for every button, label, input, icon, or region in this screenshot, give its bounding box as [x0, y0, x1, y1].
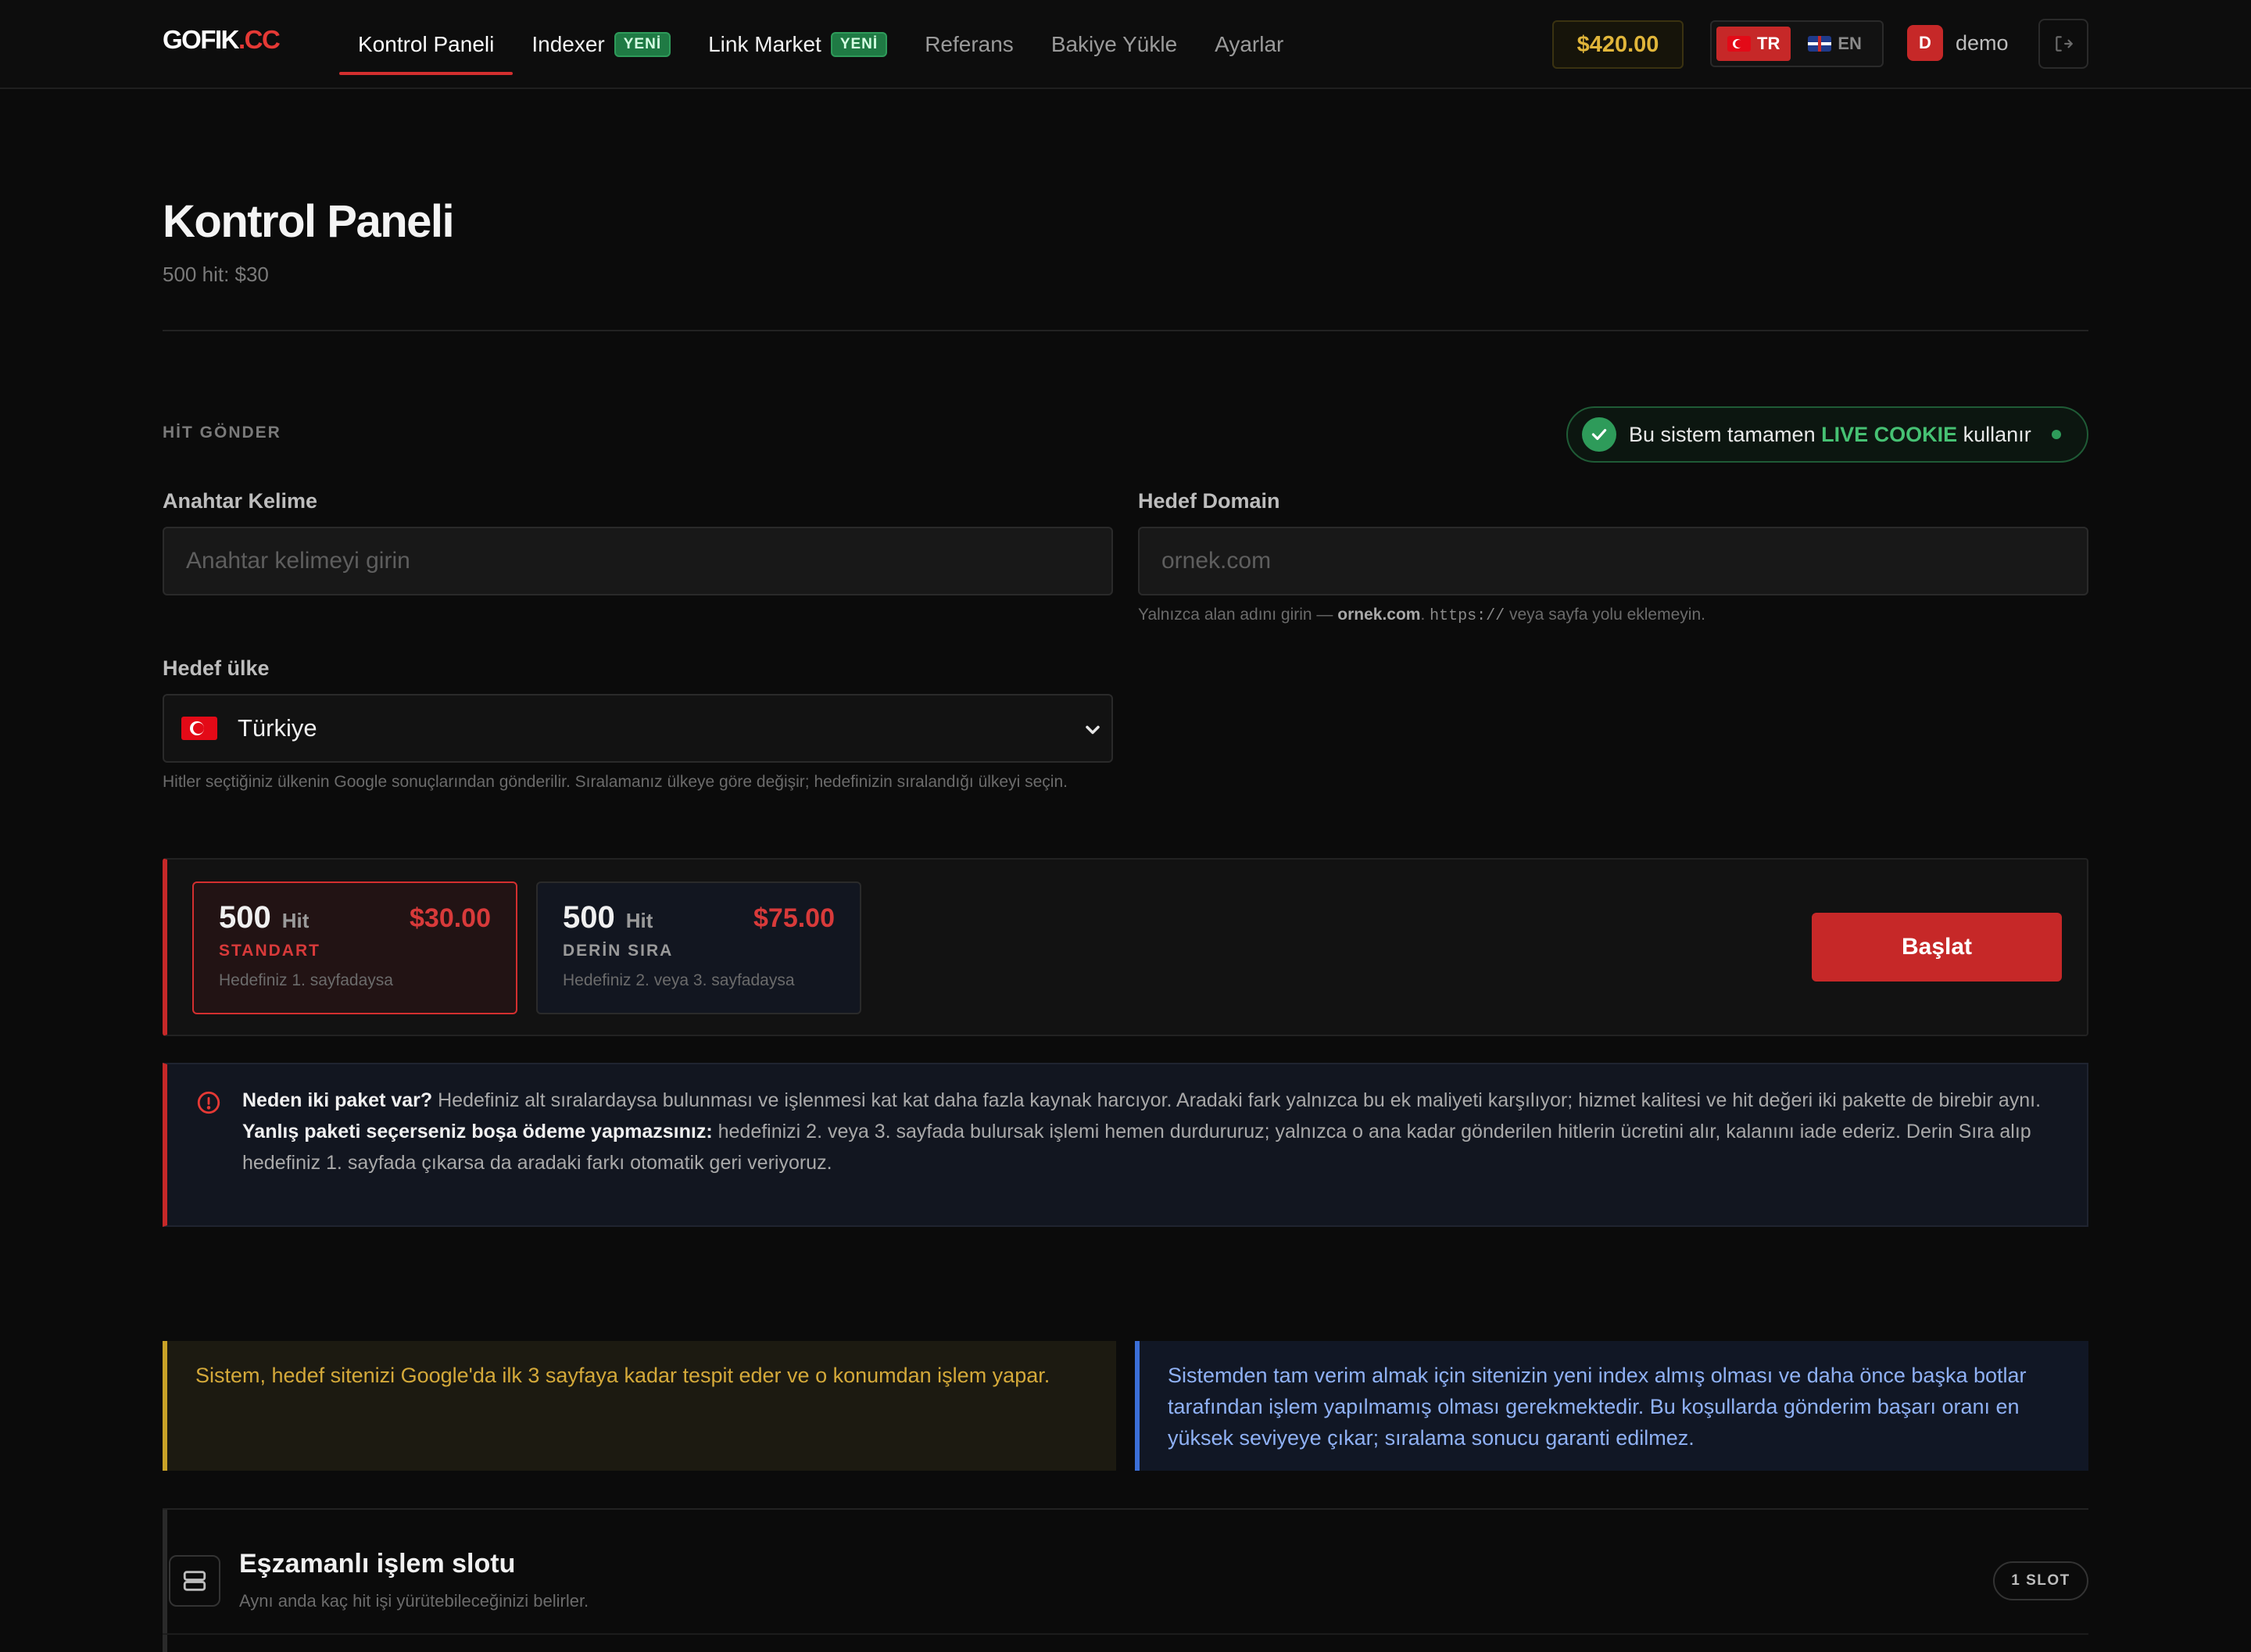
divider — [163, 330, 2088, 331]
start-button[interactable]: Başlat — [1812, 913, 2062, 982]
info-bold: Neden iki paket var? — [242, 1089, 433, 1111]
info-bold: Yanlış paketi seçerseniz boşa ödeme yapm… — [242, 1121, 713, 1142]
new-badge: YENİ — [614, 32, 671, 57]
logo[interactable]: GOFIK.CC — [163, 25, 281, 55]
turkey-flag-icon — [1727, 36, 1751, 52]
nav-label: Kontrol Paneli — [358, 32, 495, 56]
country-hint: Hitler seçtiğiniz ülkenin Google sonuçla… — [163, 773, 1068, 791]
top-navbar: GOFIK.CC Kontrol Paneli Indexer YENİ Lin… — [0, 0, 2251, 89]
nav-item-indexer[interactable]: Indexer YENİ — [513, 0, 689, 89]
logout-icon — [2056, 36, 2073, 52]
package-price: $75.00 — [753, 903, 835, 933]
live-cookie-notice: Bu sistem tamamen LIVE COOKIE kullanır — [1566, 406, 2088, 463]
package-count: 500 — [563, 900, 615, 935]
package-unit: Hit — [625, 909, 653, 932]
nav-label: Ayarlar — [1215, 32, 1284, 56]
country-label: Hedef ülke — [163, 656, 270, 680]
warning-note: Sistem, hedef sitenizi Google'da ilk 3 s… — [163, 1341, 1116, 1471]
logout-button[interactable] — [2038, 19, 2088, 69]
nav-item-link-market[interactable]: Link Market YENİ — [689, 0, 906, 89]
nav-label: Link Market — [708, 32, 821, 56]
logo-text: GOFIK — [163, 25, 240, 54]
main-nav: Kontrol Paneli Indexer YENİ Link Market … — [339, 0, 1302, 89]
package-kind: DERİN SIRA — [563, 942, 674, 960]
lang-button-tr[interactable]: TR — [1716, 27, 1791, 61]
package-count: 500 — [219, 900, 271, 935]
keyword-label: Anahtar Kelime — [163, 489, 318, 513]
package-desc: Hedefiniz 2. veya 3. sayfadaysa — [563, 971, 795, 989]
hint-text: Yalnızca alan adını girin — — [1138, 606, 1333, 624]
slot-subtitle: Aynı anda kaç hit işi yürütebileceğinizi… — [239, 1591, 589, 1611]
divider — [163, 1633, 2088, 1635]
package-deep-rank[interactable]: 500 Hit $75.00 DERİN SIRA Hedefiniz 2. ve… — [536, 881, 861, 1014]
country-select[interactable]: Türkiye — [163, 694, 1113, 763]
info-paragraph-2: Yanlış paketi seçerseniz boşa ödeme yapm… — [242, 1116, 2043, 1178]
check-icon — [1582, 417, 1616, 452]
domain-label: Hedef Domain — [1138, 489, 1280, 513]
info-text: Hedefiniz alt sıralardaysa bulunması ve … — [438, 1089, 2042, 1111]
nav-item-bakiye-yukle[interactable]: Bakiye Yükle — [1032, 0, 1196, 89]
package-panel: 500 Hit $30.00 STANDART Hedefiniz 1. sayf… — [163, 858, 2088, 1036]
page-subtitle: 500 hit: $30 — [163, 263, 269, 286]
nav-item-referans[interactable]: Referans — [906, 0, 1032, 89]
lang-button-en[interactable]: EN — [1797, 27, 1873, 61]
nav-label: Bakiye Yükle — [1050, 32, 1178, 56]
uk-flag-icon — [1808, 36, 1832, 52]
slot-count-badge: 1 SLOT — [1993, 1561, 2088, 1600]
page-title: Kontrol Paneli — [163, 196, 455, 247]
section-label: HİT GÖNDER — [163, 424, 281, 442]
keyword-input[interactable] — [163, 527, 1113, 595]
live-status-dot — [2051, 430, 2061, 439]
divider — [163, 1508, 2088, 1510]
lang-code: EN — [1838, 34, 1862, 53]
info-icon — [197, 1091, 220, 1114]
domain-input[interactable] — [1138, 527, 2088, 595]
nav-item-kontrol-paneli[interactable]: Kontrol Paneli — [339, 0, 514, 89]
package-desc: Hedefiniz 1. sayfadaysa — [219, 971, 393, 989]
nav-label: Referans — [925, 32, 1014, 56]
balance-badge[interactable]: $420.00 — [1552, 20, 1684, 69]
avatar: D — [1907, 25, 1943, 61]
info-paragraph-1: Neden iki paket var? Hedefiniz alt sıral… — [242, 1085, 2043, 1116]
package-info-box: Neden iki paket var? Hedefiniz alt sıral… — [163, 1063, 2088, 1227]
notice-text-end: kullanır — [1963, 422, 2031, 446]
turkey-flag-icon — [181, 717, 217, 740]
hint-example: ornek.com — [1337, 606, 1421, 624]
new-badge: YENİ — [830, 32, 888, 57]
domain-hint: Yalnızca alan adını girin — ornek.com. h… — [1138, 606, 1705, 625]
package-kind: STANDART — [219, 942, 320, 960]
slot-accent-bar — [163, 1510, 167, 1652]
chevron-down-icon — [1086, 725, 1100, 735]
user-menu[interactable]: D demo — [1907, 25, 2009, 61]
notice-highlight: LIVE COOKIE — [1821, 422, 1958, 446]
username: demo — [1956, 30, 2009, 55]
hint-text-end: veya sayfa yolu eklemeyin. — [1509, 606, 1705, 624]
nav-item-ayarlar[interactable]: Ayarlar — [1196, 0, 1302, 89]
slot-title: Eşzamanlı işlem slotu — [239, 1549, 516, 1579]
logo-accent: .CC — [238, 25, 281, 54]
info-note: Sistemden tam verim almak için sitenizin… — [1135, 1341, 2088, 1471]
package-price: $30.00 — [410, 903, 491, 933]
hint-code: https:// — [1430, 607, 1505, 625]
country-selected-value: Türkiye — [238, 714, 317, 742]
package-unit: Hit — [281, 909, 310, 932]
package-standard[interactable]: 500 Hit $30.00 STANDART Hedefiniz 1. sayf… — [192, 881, 517, 1014]
lang-code: TR — [1757, 34, 1780, 53]
nav-label: Indexer — [531, 32, 605, 56]
language-switcher: TR EN — [1710, 20, 1884, 67]
notice-text: Bu sistem tamamen — [1629, 422, 1816, 446]
